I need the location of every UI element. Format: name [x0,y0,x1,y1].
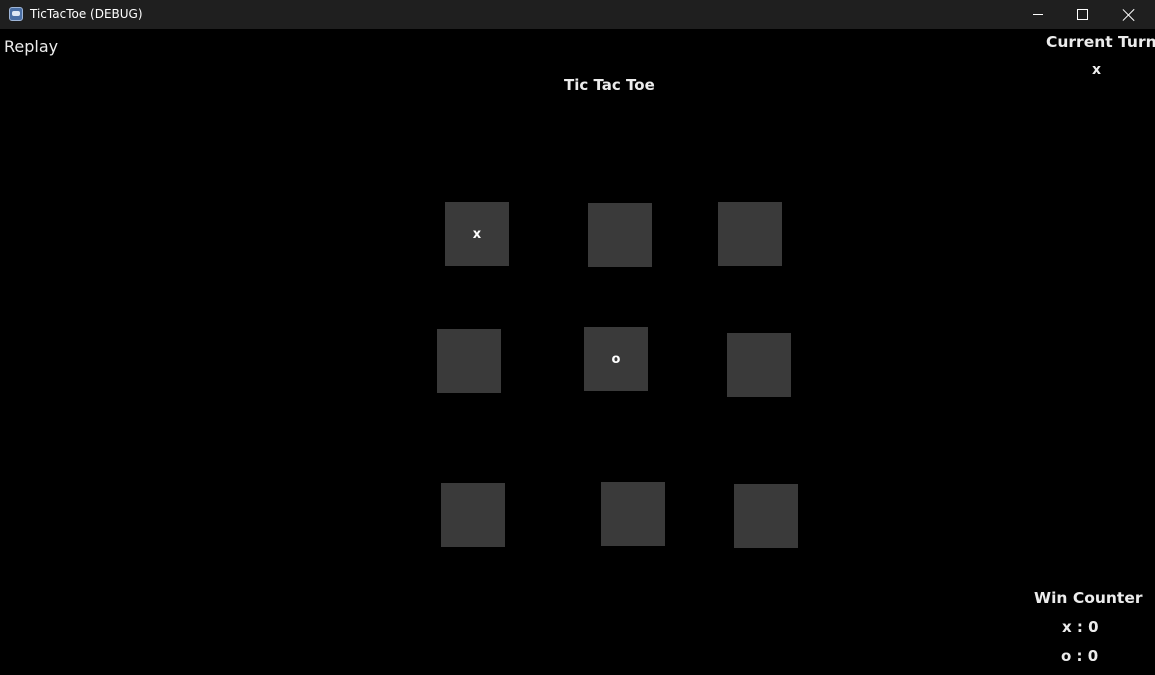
board-cell-4[interactable] [437,329,501,393]
minimize-button[interactable] [1015,0,1061,29]
board-cell-2[interactable] [588,203,652,267]
maximize-icon [1077,9,1088,20]
title-bar[interactable]: TicTacToe (DEBUG) [0,0,1155,29]
close-icon [1122,8,1136,22]
cell-mark [727,333,791,397]
board-cell-6[interactable] [727,333,791,397]
minimize-icon [1033,14,1043,15]
board-cell-5[interactable]: o [584,327,648,391]
cell-mark [718,202,782,266]
cell-mark [588,203,652,267]
score-o: o : 0 [1061,647,1099,665]
board-cell-8[interactable] [601,482,665,546]
cell-mark [437,329,501,393]
board-cell-1[interactable]: x [445,202,509,266]
cell-mark [441,483,505,547]
godot-app-icon [9,7,23,21]
maximize-button[interactable] [1060,0,1106,29]
cell-mark: o [611,351,621,367]
cell-mark: x [472,226,482,242]
current-turn-value: x [1092,62,1102,78]
window-title: TicTacToe (DEBUG) [30,7,143,21]
cell-mark [601,482,665,546]
win-counter-label: Win Counter [1034,589,1143,607]
board-cell-7[interactable] [441,483,505,547]
current-turn-label: Current Turn [1046,33,1155,51]
board-cell-9[interactable] [734,484,798,548]
game-window: TicTacToe (DEBUG) Replay Tic Tac Toe Cur… [0,0,1155,675]
board-cell-3[interactable] [718,202,782,266]
cell-mark [734,484,798,548]
score-x: x : 0 [1062,618,1099,636]
game-title: Tic Tac Toe [564,76,655,94]
close-button[interactable] [1106,0,1152,29]
replay-button[interactable]: Replay [4,37,58,57]
